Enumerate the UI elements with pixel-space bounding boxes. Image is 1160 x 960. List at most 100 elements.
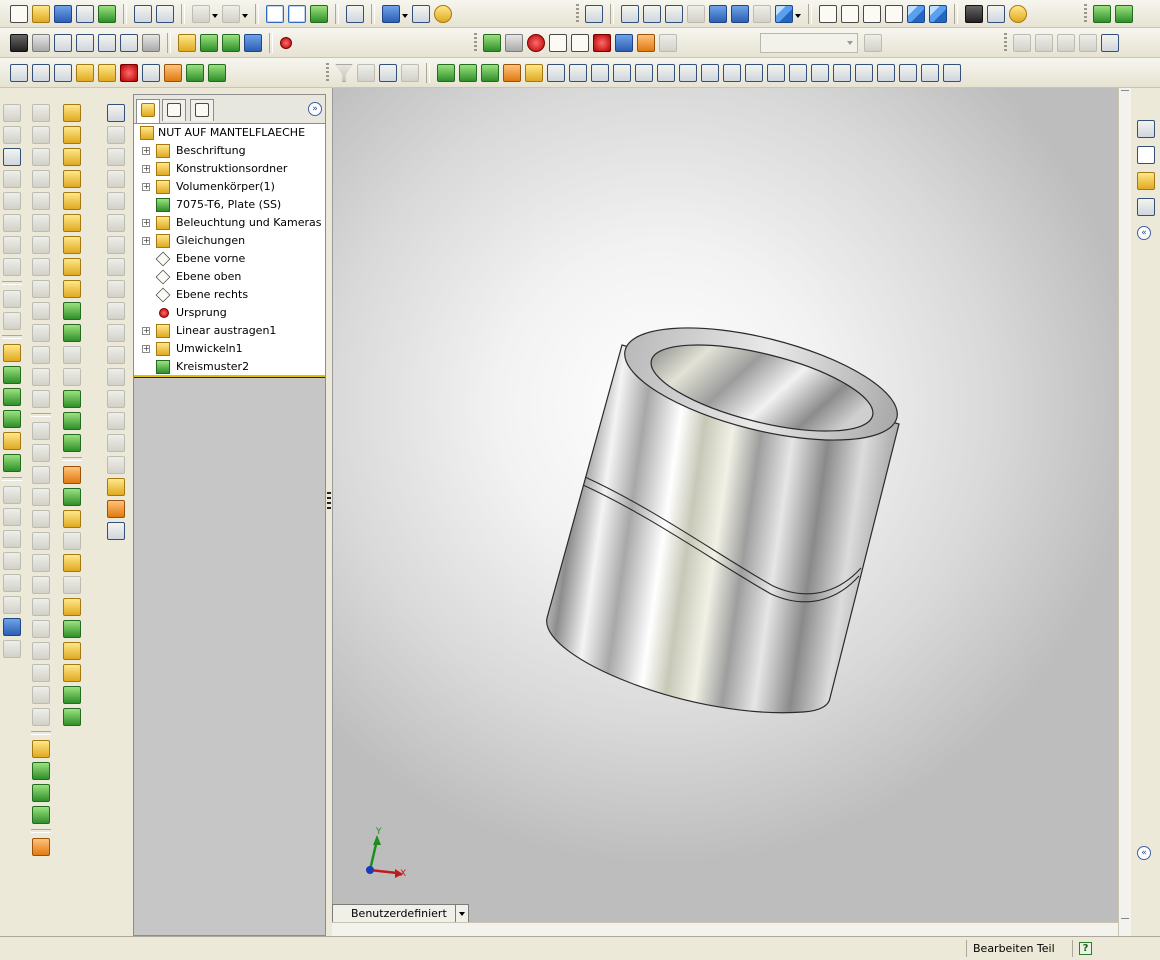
collapse-task-pane-icon[interactable]: «: [1137, 226, 1151, 240]
zoom-to-fit-icon[interactable]: [621, 5, 639, 23]
extruded-cut-icon[interactable]: [63, 214, 81, 232]
scroll-down-arrow[interactable]: [1121, 910, 1129, 919]
layer-properties-icon[interactable]: [864, 34, 882, 52]
parabola-icon[interactable]: [32, 302, 50, 320]
shell-icon[interactable]: [63, 554, 81, 572]
lofted-boss-icon[interactable]: [63, 170, 81, 188]
baseline-dimension-icon[interactable]: [3, 258, 21, 276]
3d-sketch-icon[interactable]: [3, 344, 21, 362]
combine-icon[interactable]: [63, 686, 81, 704]
bom-icon[interactable]: [3, 530, 21, 548]
offset-entities-icon[interactable]: [32, 466, 50, 484]
revolved-cut-icon[interactable]: [63, 236, 81, 254]
new-macro-icon[interactable]: [549, 34, 567, 52]
edit-macro-icon[interactable]: [571, 34, 589, 52]
planar-surface-icon[interactable]: [107, 258, 125, 276]
tree-item[interactable]: + Linear austragen1: [134, 322, 324, 340]
weldment-table-icon[interactable]: [3, 596, 21, 614]
split-line-icon[interactable]: [63, 642, 81, 660]
vertical-scrollbar[interactable]: [1118, 88, 1132, 936]
filter-centerlines-icon[interactable]: [833, 64, 851, 82]
standard-views-icon[interactable]: [775, 5, 793, 23]
rib-icon[interactable]: [63, 346, 81, 364]
graphics-area[interactable]: Y X: [332, 88, 1119, 922]
trim-entities-icon[interactable]: [32, 510, 50, 528]
equations-sigma-icon[interactable]: [142, 64, 160, 82]
ordinate-dimension-icon[interactable]: [3, 192, 21, 210]
intersect-icon[interactable]: [63, 664, 81, 682]
shaded-icon[interactable]: [907, 5, 925, 23]
spell-check-icon[interactable]: [10, 64, 28, 82]
radiated-surface-icon[interactable]: [107, 214, 125, 232]
excel-table-icon[interactable]: [3, 640, 21, 658]
tree-root[interactable]: NUT AUF MANTELFLAECHE: [134, 124, 324, 142]
import-diagnostics-icon[interactable]: [164, 64, 182, 82]
button-macro-icon[interactable]: [637, 34, 655, 52]
chamfer-icon[interactable]: [63, 324, 81, 342]
help-question-icon[interactable]: [434, 5, 452, 23]
draft-icon[interactable]: [63, 368, 81, 386]
page-preview-icon[interactable]: [156, 5, 174, 23]
rectangle-icon[interactable]: [32, 126, 50, 144]
rotate-view-icon[interactable]: [709, 5, 727, 23]
polygon-icon[interactable]: [32, 170, 50, 188]
tree-item[interactable]: 7075-T6, Plate (SS): [134, 196, 324, 214]
filter-dimensions-icon[interactable]: [591, 64, 609, 82]
move-entities-icon[interactable]: [32, 642, 50, 660]
file-explorer-icon[interactable]: [1137, 172, 1155, 190]
check-macro-icon[interactable]: [615, 34, 633, 52]
copy-entities-icon[interactable]: [32, 708, 50, 726]
filter-dowel-icon[interactable]: [789, 64, 807, 82]
spline-sketch-icon[interactable]: [32, 324, 50, 342]
new-document-icon[interactable]: [10, 5, 28, 23]
filter-notes-icon[interactable]: [613, 64, 631, 82]
reference-plane-tool-icon[interactable]: [32, 740, 50, 758]
dimxpert-icon[interactable]: [3, 290, 21, 308]
smart-dimension-icon[interactable]: [3, 104, 21, 122]
extruded-boss-icon[interactable]: [63, 104, 81, 122]
hidden-lines-removed-icon[interactable]: [863, 5, 881, 23]
filter-vertices-icon[interactable]: [357, 64, 375, 82]
auto-dimension-icon[interactable]: [3, 312, 21, 330]
home-icon[interactable]: [1137, 120, 1155, 138]
untrim-surface-icon[interactable]: [107, 324, 125, 342]
filter-surface-finish-icon[interactable]: [679, 64, 697, 82]
stop-macro-icon[interactable]: [505, 34, 523, 52]
inspect-icon[interactable]: [120, 34, 138, 52]
list-properties-icon[interactable]: [412, 5, 430, 23]
help-icon[interactable]: ?: [1079, 942, 1092, 955]
filter-points-icon[interactable]: [569, 64, 587, 82]
point-icon[interactable]: [222, 34, 240, 52]
clear-filters-icon[interactable]: [401, 64, 419, 82]
draft-analysis-tool-icon[interactable]: [63, 620, 81, 638]
extend-entities-icon[interactable]: [32, 532, 50, 550]
options-grid-icon[interactable]: [346, 5, 364, 23]
filter-planes-icon[interactable]: [525, 64, 543, 82]
expand-toggle-icon[interactable]: +: [142, 237, 150, 245]
section-view-icon[interactable]: [965, 5, 983, 23]
selection-filter-icon[interactable]: [335, 64, 353, 82]
filter-sketch-segments-icon[interactable]: [459, 64, 477, 82]
composite-curve-icon[interactable]: [3, 454, 21, 472]
convert-entities-icon[interactable]: [32, 488, 50, 506]
filter-center-marks-icon[interactable]: [811, 64, 829, 82]
expand-toggle-icon[interactable]: +: [142, 345, 150, 353]
mirror-icon[interactable]: [63, 434, 81, 452]
tangent-arc-icon[interactable]: [32, 236, 50, 254]
move-copy-bodies-icon[interactable]: [107, 522, 125, 540]
tree-item[interactable]: + Konstruktionsordner: [134, 160, 324, 178]
close-macro-icon[interactable]: [593, 34, 611, 52]
propertymanager-tab[interactable]: [162, 99, 186, 121]
surface-revolve-icon[interactable]: [107, 126, 125, 144]
zoom-selection-icon[interactable]: [687, 5, 705, 23]
previous-view-icon[interactable]: [585, 5, 603, 23]
circle-icon[interactable]: [32, 192, 50, 210]
curves-icon[interactable]: [63, 488, 81, 506]
filter-faces-icon[interactable]: [76, 34, 94, 52]
wireframe-icon[interactable]: [819, 5, 837, 23]
mirror-entities-icon[interactable]: [32, 576, 50, 594]
filter-cosmetic-thread-icon[interactable]: [745, 64, 763, 82]
view-palette-icon[interactable]: [1137, 198, 1155, 216]
tree-item[interactable]: + Umwickeln1: [134, 340, 324, 358]
expand-toggle-icon[interactable]: +: [142, 219, 150, 227]
